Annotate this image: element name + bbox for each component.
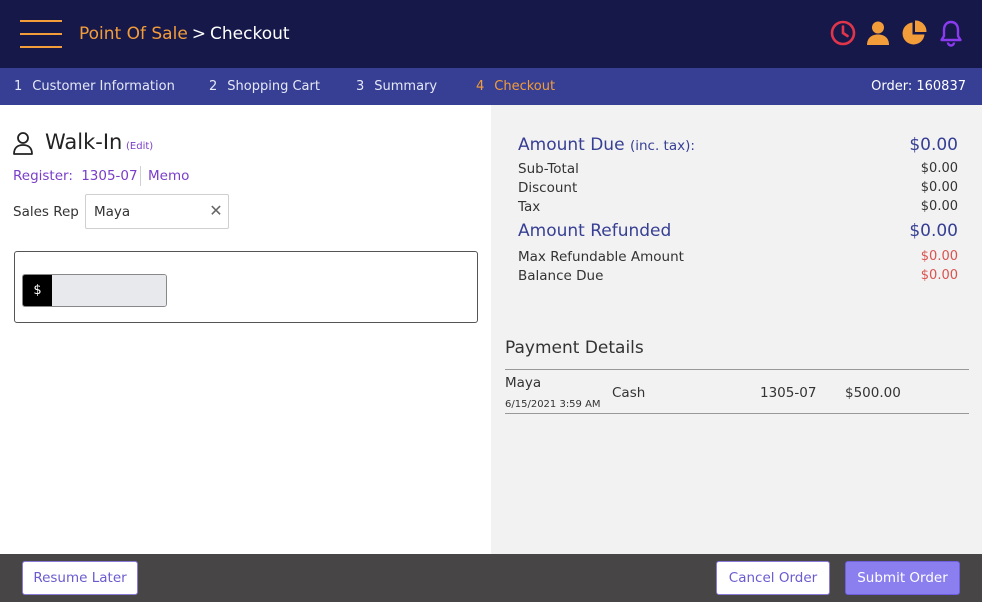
payment-entry-box: $ <box>14 251 478 323</box>
step-checkout[interactable]: 4 Checkout <box>476 78 555 95</box>
step-label: Customer Information <box>32 79 175 94</box>
submit-order-button[interactable]: Submit Order <box>845 561 960 595</box>
hamburger-line <box>20 46 62 48</box>
payment-details-title: Payment Details <box>505 338 644 358</box>
sales-rep-value: Maya <box>94 204 131 220</box>
subtotal-value: $0.00 <box>920 161 958 176</box>
currency-symbol: $ <box>23 275 52 306</box>
payment-date: 6/15/2021 3:59 AM <box>505 399 601 410</box>
totals-panel: Amount Due (inc. tax): $0.00 Sub-Total $… <box>491 105 982 554</box>
bell-icon[interactable] <box>937 19 965 47</box>
sales-rep-select[interactable]: Maya ✕ <box>85 194 229 229</box>
current-page-name: Checkout <box>210 24 290 44</box>
footer-action-bar: Resume Later Cancel Order Submit Order <box>0 554 982 602</box>
customer-name: Walk-In <box>45 130 123 154</box>
amount-due-title: Amount Due <box>518 135 625 155</box>
page-title: Point Of Sale > Checkout <box>79 23 290 45</box>
step-summary[interactable]: 3 Summary <box>356 78 437 95</box>
memo-link[interactable]: Memo <box>148 167 189 185</box>
step-label: Checkout <box>494 79 556 94</box>
step-shopping-cart[interactable]: 2 Shopping Cart <box>209 78 320 95</box>
step-number: 4 <box>476 79 485 94</box>
hamburger-line <box>20 33 62 35</box>
payment-amount: $500.00 <box>845 385 901 401</box>
pie-chart-icon[interactable] <box>900 19 928 47</box>
checkout-steps-bar: 1 Customer Information 2 Shopping Cart 3 Su… <box>0 68 982 105</box>
balance-due-value: $0.00 <box>920 268 958 283</box>
payment-method: Cash <box>612 385 646 401</box>
subtotal-label: Sub-Total <box>518 161 579 177</box>
step-number: 2 <box>209 79 218 94</box>
cancel-order-button[interactable]: Cancel Order <box>716 561 830 595</box>
payment-register: 1305-07 <box>760 385 817 401</box>
edit-customer-link[interactable]: (Edit) <box>126 140 153 153</box>
clock-icon[interactable] <box>829 19 857 47</box>
payment-details-table: Maya 6/15/2021 3:59 AM Cash 1305-07 $500… <box>505 369 969 414</box>
customer-user-icon <box>12 131 34 155</box>
sales-rep-label: Sales Rep <box>13 204 79 220</box>
register-value: 1305-07 <box>81 168 138 184</box>
discount-label: Discount <box>518 180 578 196</box>
breadcrumb-separator: > <box>191 24 207 44</box>
resume-later-button[interactable]: Resume Later <box>22 561 138 595</box>
payment-amount-group: $ <box>22 274 167 307</box>
hamburger-line <box>20 20 62 22</box>
step-number: 1 <box>14 79 23 94</box>
hamburger-menu-icon[interactable] <box>20 20 62 48</box>
user-icon[interactable] <box>864 19 892 47</box>
step-label: Summary <box>374 79 438 94</box>
tax-label: Tax <box>518 199 541 215</box>
register-memo-divider <box>140 166 141 186</box>
step-label: Shopping Cart <box>227 79 320 94</box>
amount-refunded-label: Amount Refunded <box>518 221 672 241</box>
step-customer-information[interactable]: 1 Customer Information <box>14 78 175 95</box>
register-info: Register: 1305-07 <box>13 167 138 185</box>
discount-value: $0.00 <box>920 180 958 195</box>
order-number: Order: 160837 <box>871 79 966 94</box>
max-refundable-label: Max Refundable Amount <box>518 249 684 265</box>
clear-sales-rep-icon[interactable]: ✕ <box>208 202 224 220</box>
amount-refunded-value: $0.00 <box>909 221 958 241</box>
register-label: Register: <box>13 168 73 184</box>
balance-due-label: Balance Due <box>518 268 604 284</box>
tax-value: $0.00 <box>920 199 958 214</box>
amount-due-suffix: (inc. tax): <box>629 138 695 154</box>
top-header: Point Of Sale > Checkout <box>0 0 982 68</box>
app-name-link[interactable]: Point Of Sale <box>79 24 188 44</box>
customer-panel: Walk-In (Edit) Register: 1305-07 Memo Sa… <box>0 105 491 554</box>
step-number: 3 <box>356 79 365 94</box>
amount-due-label: Amount Due (inc. tax): <box>518 134 695 157</box>
payment-amount-input[interactable] <box>52 275 166 306</box>
amount-due-value: $0.00 <box>909 135 958 155</box>
payment-rep-name: Maya <box>505 375 542 391</box>
max-refundable-value: $0.00 <box>920 249 958 264</box>
